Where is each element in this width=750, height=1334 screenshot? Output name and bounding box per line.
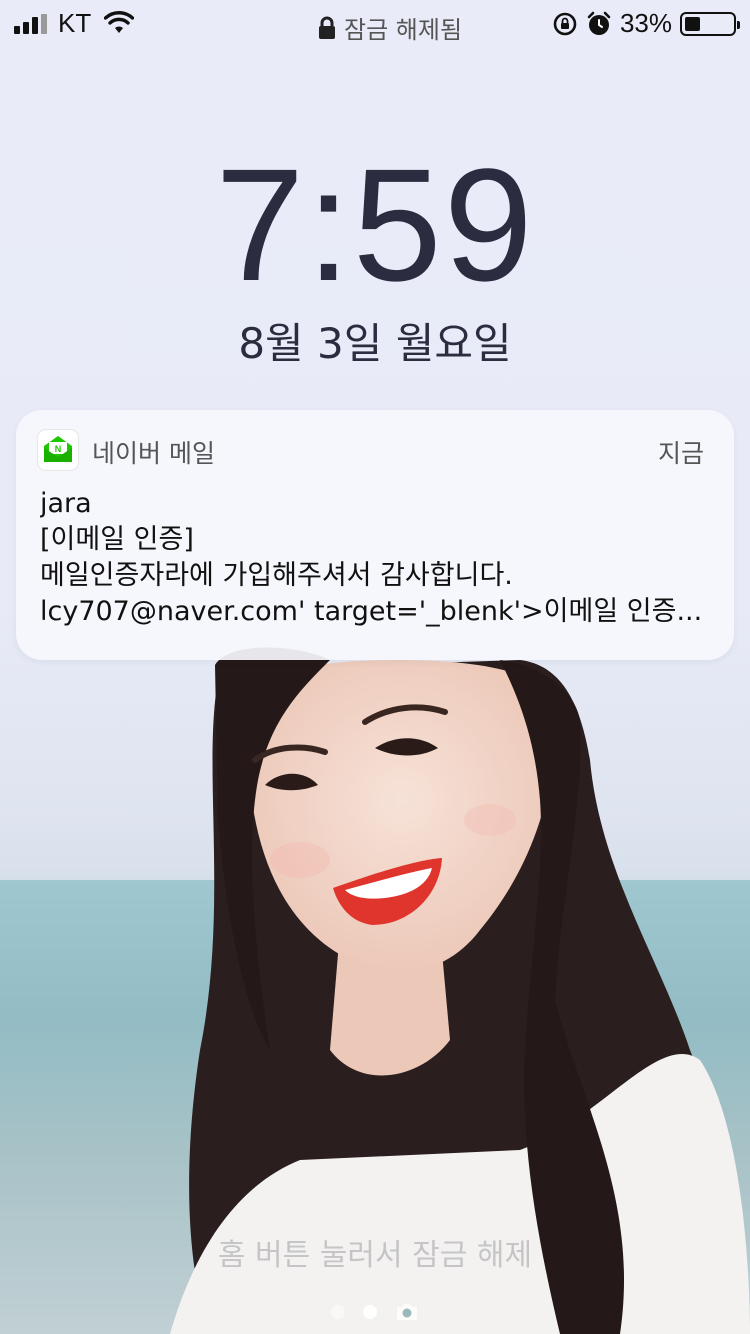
battery-icon	[680, 11, 740, 36]
rotation-lock-icon	[553, 12, 577, 35]
page-dot	[331, 1305, 345, 1319]
page-indicator[interactable]	[0, 1302, 750, 1322]
svg-text:N: N	[55, 444, 62, 454]
carrier-label: KT	[58, 8, 92, 38]
notification-time: 지금	[657, 439, 704, 468]
battery-fill	[685, 16, 700, 31]
lockscreen-time: 7:59	[215, 135, 535, 314]
lock-icon	[319, 16, 335, 39]
unlock-hint: 홈 버튼 눌러서 잠금 해제	[217, 1238, 533, 1273]
lock-status: 잠금 해제됨	[318, 10, 462, 45]
lockscreen-date: 8월 3일 월요일	[238, 319, 512, 368]
notification-body: jara [이메일 인증] 메일인증자라에 가입해주셔서 감사합니다. lcy7…	[40, 486, 710, 630]
notification-sender: jara	[40, 488, 92, 519]
notification-header: N 네이버 메일 지금	[38, 430, 704, 470]
battery-percent: 33%	[619, 8, 672, 38]
cellular-signal-icon	[14, 14, 47, 34]
wifi-icon	[104, 11, 134, 33]
notification-preview-line2: lcy707@naver.com' target='_blenk'>이메일 인증…	[40, 596, 703, 627]
lock-status-label: 잠금 해제됨	[344, 16, 463, 44]
notification-preview-line1: 메일인증자라에 가입해주셔서 감사합니다.	[40, 560, 513, 591]
mail-notification[interactable]: N 네이버 메일 지금 jara [이메일 인증] 메일인증자라에 가입해주셔서…	[16, 410, 734, 660]
status-right: 33%	[552, 8, 740, 39]
status-bar: KT 잠금 해제됨 33%	[0, 0, 750, 48]
notification-app-name: 네이버 메일	[92, 439, 215, 468]
naver-mail-icon: N	[38, 430, 78, 470]
notification-subject: [이메일 인증]	[40, 524, 194, 555]
alarm-icon	[587, 11, 611, 35]
camera-icon[interactable]	[395, 1302, 419, 1322]
page-dot	[363, 1305, 377, 1319]
